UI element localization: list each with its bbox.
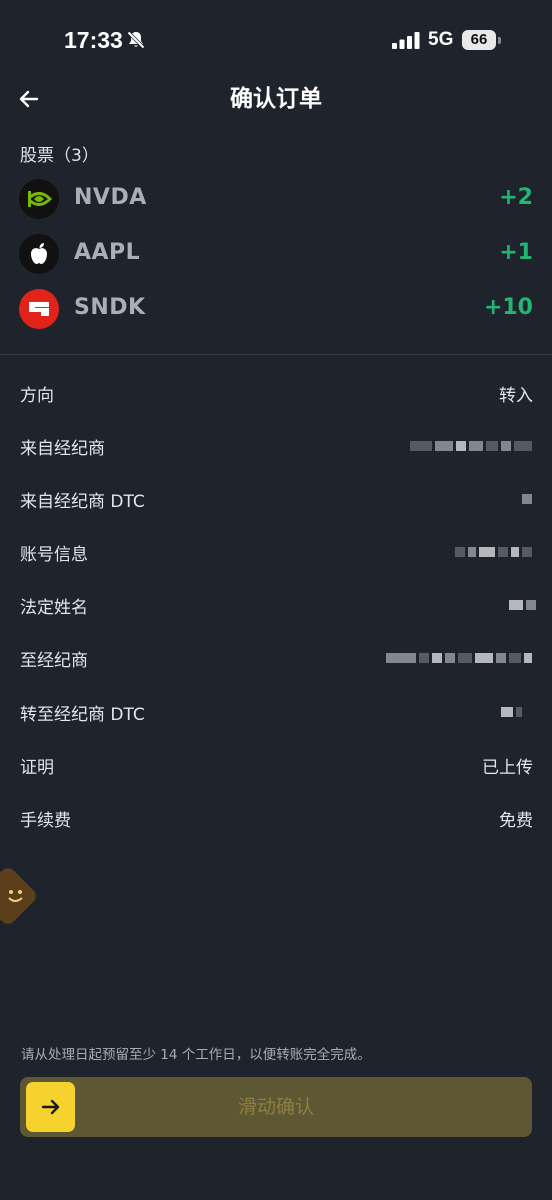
detail-label: 方向 [20, 386, 54, 406]
detail-row-account-info: 账号信息 [0, 536, 552, 566]
stocks-heading: 股票（3） [20, 146, 99, 166]
arrow-right-icon [41, 1099, 59, 1115]
detail-row-direction: 方向 转入 [0, 377, 552, 407]
redacted-value [509, 599, 536, 611]
sandisk-logo-icon [19, 289, 59, 329]
detail-value: 转入 [499, 386, 533, 406]
confirm-order-page: 17:33 5G 66 确认订单 股票（3） NVDA +2 AAPL +1 S… [0, 0, 552, 1200]
stock-symbol: NVDA [74, 185, 147, 210]
processing-notice: 请从处理日起预留至少 14 个工作日，以便转账完全完成。 [21, 1047, 371, 1063]
arrow-left-icon [19, 90, 39, 108]
apple-logo-icon [19, 234, 59, 274]
detail-label: 法定姓名 [20, 598, 88, 618]
bell-muted-icon [126, 30, 146, 50]
redacted-value [455, 546, 532, 558]
detail-label: 来自经纪商 DTC [20, 492, 145, 512]
detail-row-legal-name: 法定姓名 [0, 589, 552, 619]
detail-label: 转至经纪商 DTC [20, 705, 145, 725]
slide-handle[interactable] [26, 1082, 75, 1132]
status-time: 17:33 [64, 27, 123, 53]
slide-to-confirm[interactable]: 滑动确认 [20, 1077, 532, 1137]
network-type: 5G [428, 29, 454, 50]
detail-value: 免费 [499, 811, 533, 831]
detail-row-from-broker: 来自经纪商 [0, 430, 552, 460]
slide-label: 滑动确认 [237, 1096, 314, 1118]
detail-label: 证明 [20, 758, 54, 778]
battery-icon: 66 [462, 30, 496, 50]
section-divider [0, 354, 552, 355]
stock-row-sndk: SNDK +10 [0, 286, 552, 332]
detail-label: 手续费 [20, 811, 71, 831]
status-bar: 17:33 5G 66 [0, 0, 552, 80]
stock-quantity: +10 [483, 295, 533, 320]
stock-symbol: AAPL [74, 240, 141, 265]
stock-row-nvda: NVDA +2 [0, 176, 552, 222]
redacted-value [522, 493, 532, 505]
redacted-value [410, 440, 532, 452]
cellular-signal-icon [392, 32, 420, 49]
detail-row-to-broker: 至经纪商 [0, 642, 552, 672]
detail-row-proof: 证明 已上传 [0, 749, 552, 779]
detail-label: 账号信息 [20, 545, 88, 565]
mascot-face-icon [8, 890, 23, 902]
detail-row-fee: 手续费 免费 [0, 802, 552, 832]
page-title: 确认订单 [230, 86, 322, 112]
stock-symbol: SNDK [74, 295, 146, 320]
battery-tip [498, 37, 501, 44]
nvidia-logo-icon [19, 179, 59, 219]
stock-quantity: +1 [499, 240, 533, 265]
detail-label: 来自经纪商 [20, 439, 105, 459]
detail-row-to-broker-dtc: 转至经纪商 DTC [0, 696, 552, 726]
stock-row-aapl: AAPL +1 [0, 231, 552, 277]
redacted-value [501, 706, 522, 718]
detail-label: 至经纪商 [20, 651, 88, 671]
detail-row-from-broker-dtc: 来自经纪商 DTC [0, 483, 552, 513]
redacted-value [386, 652, 532, 664]
back-button[interactable] [14, 84, 44, 114]
stock-quantity: +2 [499, 185, 533, 210]
detail-value: 已上传 [482, 758, 533, 778]
